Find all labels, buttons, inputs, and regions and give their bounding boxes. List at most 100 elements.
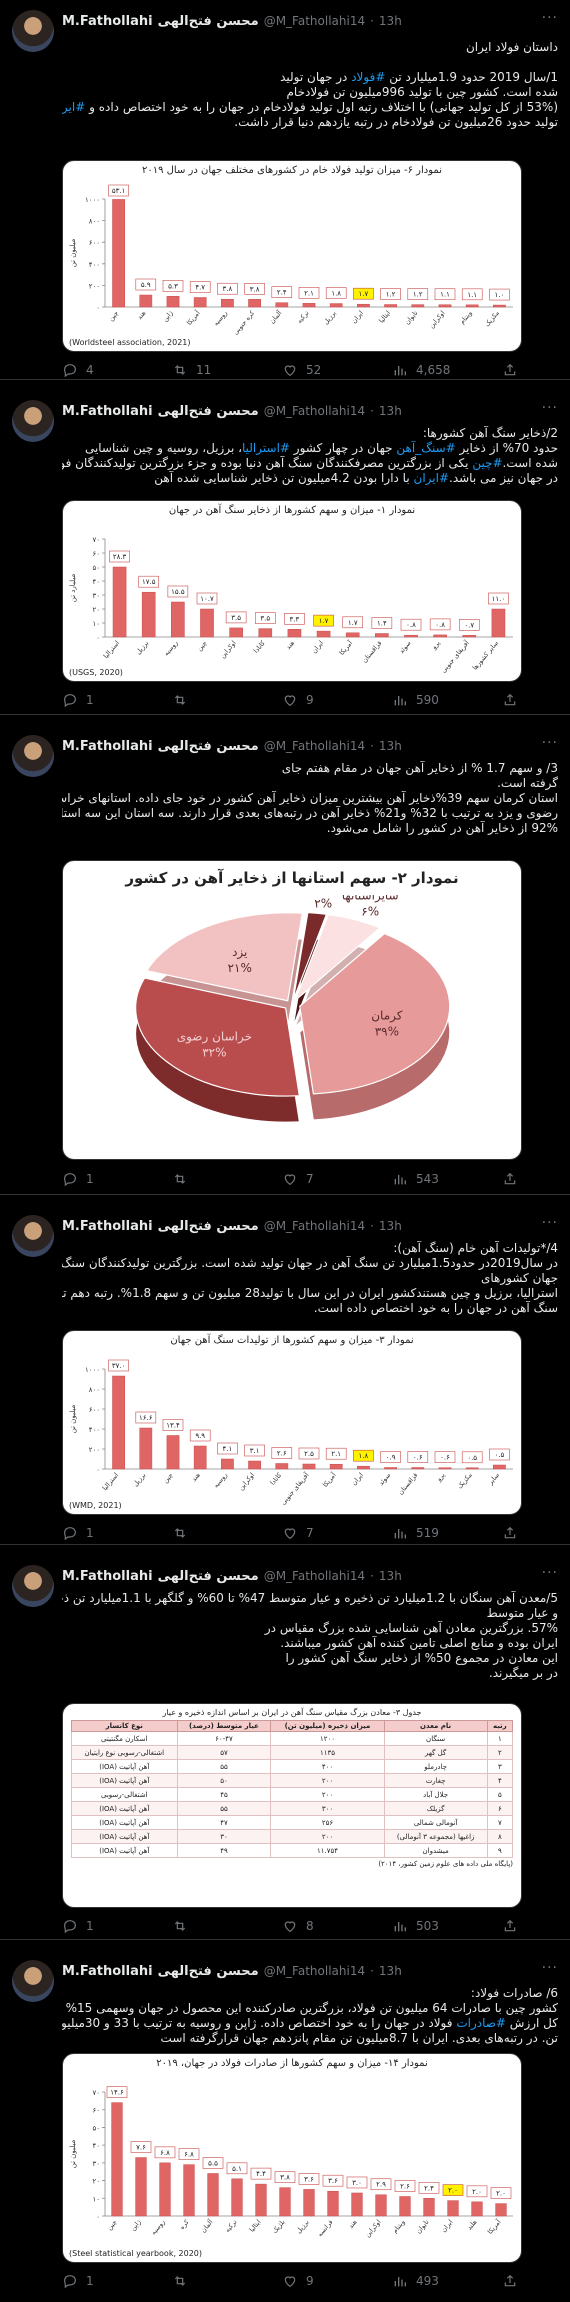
hashtag-link[interactable]: #صادرات <box>456 2016 506 2030</box>
more-options-icon[interactable]: ··· <box>542 400 558 416</box>
views-button[interactable]: 493 <box>392 2273 439 2289</box>
timestamp[interactable]: 13h <box>379 14 402 28</box>
chart-image-1[interactable]: نمودار ۶- میزان تولید فولاد خام در کشوره… <box>62 160 522 352</box>
hashtag-link[interactable]: #استرالیا <box>242 441 290 455</box>
hashtag-link[interactable]: #سنگ_آهن <box>396 441 455 455</box>
like-button[interactable]: 7 <box>282 1171 314 1187</box>
like-button[interactable]: 9 <box>282 692 314 708</box>
reply-button[interactable]: 1 <box>62 1525 94 1541</box>
timestamp[interactable]: 13h <box>379 404 402 418</box>
more-options-icon[interactable]: ··· <box>542 1565 558 1581</box>
retweet-button[interactable] <box>172 1171 188 1187</box>
table-cell: ۶ <box>486 1801 514 1816</box>
table-cell: میشدوان <box>383 1843 488 1858</box>
tweet-6[interactable]: M.Fathollahi محسن فتح‌الهی @M_Fathollahi… <box>0 1950 570 2302</box>
retweet-button[interactable] <box>172 2273 188 2289</box>
author-name[interactable]: M.Fathollahi <box>62 1569 153 1584</box>
data-label: ۱۷.۵ <box>142 578 156 586</box>
y-tick-label: ۴۰ <box>92 578 100 586</box>
reply-button[interactable]: 1 <box>62 2273 94 2289</box>
views-button[interactable]: 590 <box>392 692 439 708</box>
retweet-button[interactable] <box>172 1918 188 1934</box>
share-button[interactable] <box>502 362 518 378</box>
hashtag-link[interactable]: #ایران <box>414 471 450 485</box>
views-button[interactable]: 543 <box>392 1171 439 1187</box>
reply-button[interactable]: 1 <box>62 692 94 708</box>
data-label: ۳.۳ <box>290 615 300 623</box>
views-button[interactable]: 503 <box>392 1918 439 1934</box>
share-button[interactable] <box>502 2273 518 2289</box>
more-options-icon[interactable]: ··· <box>542 1960 558 1976</box>
more-options-icon[interactable]: ··· <box>542 735 558 751</box>
chart-image-6[interactable]: نمودار ۱۴- میزان و سهم کشورها از صادرات … <box>62 2053 522 2263</box>
x-tick-label: برزیل <box>134 639 150 656</box>
table-image-5[interactable]: جدول ۳- معادن بزرگ مقیاس سنگ آهن در ایرا… <box>62 1703 522 1908</box>
author-display-name[interactable]: محسن فتح‌الهی <box>158 1569 259 1584</box>
author-name[interactable]: M.Fathollahi <box>62 404 153 419</box>
avatar[interactable] <box>12 400 54 442</box>
reply-button[interactable]: 1 <box>62 1171 94 1187</box>
author-name[interactable]: M.Fathollahi <box>62 14 153 29</box>
avatar[interactable] <box>12 10 54 52</box>
share-button[interactable] <box>502 1171 518 1187</box>
author-name[interactable]: M.Fathollahi <box>62 1219 153 1234</box>
timestamp[interactable]: 13h <box>379 1569 402 1583</box>
avatar[interactable] <box>12 1565 54 1607</box>
table-cell: ۴۷ <box>176 1815 272 1830</box>
hashtag-link[interactable]: #فولاد <box>351 70 385 84</box>
tweet-2[interactable]: M.Fathollahi محسن فتح‌الهی @M_Fathollahi… <box>0 390 570 715</box>
author-handle[interactable]: @M_Fathollahi14 <box>264 1569 365 1583</box>
retweet-button[interactable] <box>172 1525 188 1541</box>
retweet-button[interactable] <box>172 692 188 708</box>
views-button[interactable]: 519 <box>392 1525 439 1541</box>
chart-image-2[interactable]: نمودار ۱- میزان و سهم کشورها از ذخایر سن… <box>62 500 522 682</box>
tweet-3[interactable]: M.Fathollahi محسن فتح‌الهی @M_Fathollahi… <box>0 725 570 1195</box>
avatar[interactable] <box>12 735 54 777</box>
like-button[interactable]: 9 <box>282 2273 314 2289</box>
author-display-name[interactable]: محسن فتح‌الهی <box>158 739 259 754</box>
tweet-text-line: در بر میگیرند. <box>488 1666 558 1680</box>
avatar[interactable] <box>12 1215 54 1257</box>
share-button[interactable] <box>502 1918 518 1934</box>
timestamp[interactable]: 13h <box>379 739 402 753</box>
tweet-5[interactable]: M.Fathollahi محسن فتح‌الهی @M_Fathollahi… <box>0 1555 570 1940</box>
author-handle[interactable]: @M_Fathollahi14 <box>264 1964 365 1978</box>
author-handle[interactable]: @M_Fathollahi14 <box>264 1219 365 1233</box>
author-name[interactable]: M.Fathollahi <box>62 1964 153 1979</box>
bar <box>200 608 214 638</box>
avatar[interactable] <box>12 1960 54 2002</box>
reply-button[interactable]: 1 <box>62 1918 94 1934</box>
x-tick-label: تایوان <box>403 309 419 326</box>
timestamp[interactable]: 13h <box>379 1964 402 1978</box>
author-name[interactable]: M.Fathollahi <box>62 739 153 754</box>
like-button[interactable]: 52 <box>282 362 321 378</box>
author-handle[interactable]: @M_Fathollahi14 <box>264 404 365 418</box>
author-handle[interactable]: @M_Fathollahi14 <box>264 739 365 753</box>
like-button[interactable]: 7 <box>282 1525 314 1541</box>
more-options-icon[interactable]: ··· <box>542 1215 558 1231</box>
author-display-name[interactable]: محسن فتح‌الهی <box>158 1219 259 1234</box>
author-handle[interactable]: @M_Fathollahi14 <box>264 14 365 28</box>
bar-chart: ۰ ۲۰۰ ۴۰۰ ۶۰۰ ۸۰۰ ۱۰۰۰ میلیون تن ۵۳.۱ چین ۵.۹ هند ۵… <box>69 184 513 336</box>
tweet-1[interactable]: M.Fathollahi محسن فتح‌الهی @M_Fathollahi… <box>0 0 570 380</box>
chart-image-4[interactable]: نمودار ۳- میزان و سهم کشورها از تولیدات … <box>62 1330 522 1515</box>
like-button[interactable]: 8 <box>282 1918 314 1934</box>
author-display-name[interactable]: محسن فتح‌الهی <box>158 14 259 29</box>
hashtag-link[interactable]: #ایران <box>62 100 85 114</box>
data-label: ۳.۶ <box>328 2177 338 2185</box>
views-button[interactable]: 4,658 <box>392 362 450 378</box>
reply-button[interactable]: 4 <box>62 362 94 378</box>
timestamp[interactable]: 13h <box>379 1219 402 1233</box>
chart-image-3[interactable]: نمودار ۲- سهم استانها از ذخایر آهن در کش… <box>62 860 522 1160</box>
tweet-4[interactable]: M.Fathollahi محسن فتح‌الهی @M_Fathollahi… <box>0 1205 570 1545</box>
author-display-name[interactable]: محسن فتح‌الهی <box>158 1964 259 1979</box>
more-options-icon[interactable]: ··· <box>542 10 558 26</box>
retweet-button[interactable]: 11 <box>172 362 211 378</box>
y-axis-label: میلیون تن <box>69 2139 77 2168</box>
table-source: (پایگاه ملی داده های علوم زمین کشور، ۲۰۱… <box>378 1860 513 1868</box>
hashtag-link[interactable]: #چین <box>472 456 502 470</box>
x-tick-label: آفریقای جنوبی <box>439 638 472 675</box>
author-display-name[interactable]: محسن فتح‌الهی <box>158 404 259 419</box>
share-button[interactable] <box>502 1525 518 1541</box>
share-button[interactable] <box>502 692 518 708</box>
